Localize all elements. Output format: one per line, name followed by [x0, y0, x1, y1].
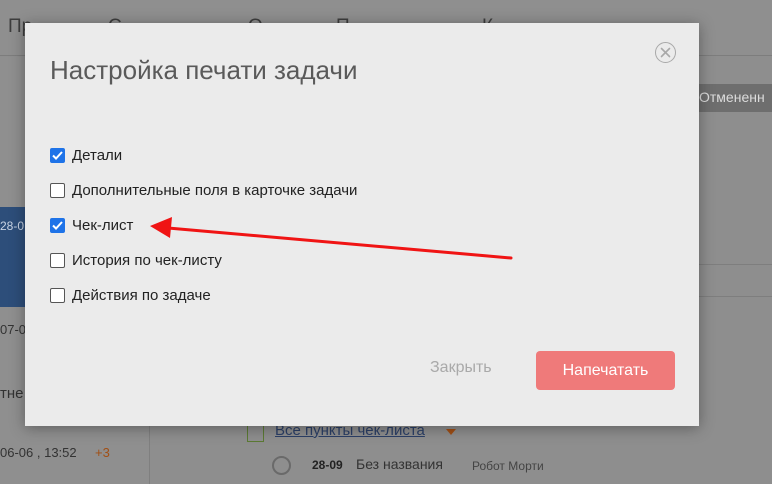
print-settings-dialog: Настройка печати задачи Детали Дополните… — [25, 23, 699, 426]
close-dialog-button[interactable] — [655, 42, 676, 63]
checkbox-checklist-history[interactable] — [50, 252, 65, 268]
task-text: тне — [0, 385, 24, 402]
divider — [699, 296, 772, 297]
print-button[interactable]: Напечатать — [536, 351, 675, 390]
task-date: 28-0 — [0, 219, 25, 233]
checklist-item-circle-icon[interactable] — [272, 456, 291, 475]
option-label: История по чек-листу — [72, 251, 222, 269]
dropdown-triangle-icon[interactable] — [446, 429, 456, 435]
option-label: Чек-лист — [72, 216, 134, 234]
option-checklist-history[interactable]: История по чек-листу — [50, 250, 222, 270]
checkbox-details[interactable] — [50, 147, 65, 163]
status-tab-cancelled[interactable]: Отмененн — [695, 84, 772, 112]
option-checklist[interactable]: Чек-лист — [50, 215, 133, 235]
close-circle-icon — [660, 47, 671, 58]
task-date: 07-0 — [0, 322, 27, 337]
task-timestamp: 06-06 , 13:52 — [0, 445, 77, 460]
checklist-checkbox[interactable] — [247, 425, 264, 442]
checkmark-icon — [52, 150, 63, 160]
extra-count-badge: +3 — [95, 445, 110, 460]
option-label: Дополнительные поля в карточке задачи — [72, 181, 358, 199]
dialog-title: Настройка печати задачи — [50, 55, 358, 85]
divider — [699, 264, 772, 265]
option-label: Детали — [72, 146, 123, 164]
checklist-item-author: Робот Морти — [472, 459, 544, 473]
checkbox-extra-fields[interactable] — [50, 182, 65, 198]
option-extra-fields[interactable]: Дополнительные поля в карточке задачи — [50, 180, 357, 200]
checkbox-checklist[interactable] — [50, 217, 65, 233]
checkmark-icon — [52, 220, 63, 230]
checklist-item-name: Без названия — [356, 456, 443, 472]
option-details[interactable]: Детали — [50, 145, 122, 165]
option-task-actions[interactable]: Действия по задаче — [50, 285, 211, 305]
close-button[interactable]: Закрыть — [430, 359, 492, 377]
checklist-item-date: 28-09 — [312, 458, 343, 472]
option-label: Действия по задаче — [72, 286, 211, 304]
selected-task-highlight[interactable]: 28-0 — [0, 207, 26, 307]
checkbox-task-actions[interactable] — [50, 287, 65, 303]
